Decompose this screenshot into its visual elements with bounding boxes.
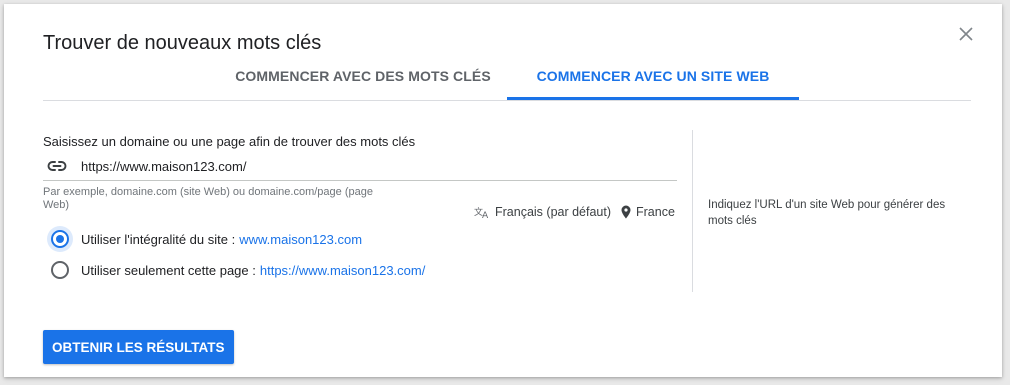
radio-button-unchecked[interactable] [51,261,69,279]
url-hint: Par exemple, domaine.com (site Web) ou d… [43,186,373,211]
tab-website-label: COMMENCER AVEC UN SITE WEB [536,68,770,84]
svg-text:A: A [482,211,489,219]
dialog-title: Trouver de nouveaux mots clés [43,32,322,54]
tab-bar: COMMENCER AVEC DES MOTS CLÉS COMMENCER A… [43,64,971,100]
location-selector[interactable]: France [621,205,675,219]
url-input[interactable] [81,155,671,177]
radio-this-page[interactable]: Utiliser seulement cette page : https://… [51,259,425,281]
side-note: Indiquez l'URL d'un site Web pour génére… [708,199,946,227]
tab-website[interactable]: COMMENCER AVEC UN SITE WEB [507,68,799,100]
url-field [43,154,677,180]
get-results-button[interactable]: OBTENIR LES RÉSULTATS [43,330,234,364]
location-pin-icon [621,205,631,219]
translate-icon: 文 A [474,206,489,219]
language-label: Français (par défaut) [495,205,612,219]
location-label: France [636,205,675,219]
entire-site-link[interactable]: www.maison123.com [239,232,362,247]
tabs-divider [43,100,971,101]
tab-keywords-label: COMMENCER AVEC DES MOTS CLÉS [235,68,491,84]
link-icon [47,159,67,173]
url-prompt: Saisissez un domaine ou une page afin de… [43,134,416,149]
panel-divider [692,130,693,292]
radio-entire-site-label: Utiliser l'intégralité du site : [81,231,236,247]
radio-this-page-label: Utiliser seulement cette page : [81,262,256,278]
radio-button-checked[interactable] [51,230,69,248]
url-underline [43,180,677,181]
this-page-link[interactable]: https://www.maison123.com/ [260,263,425,278]
language-selector[interactable]: 文 A Français (par défaut) [474,205,611,219]
keyword-dialog: Trouver de nouveaux mots clés COMMENCER … [4,4,1002,377]
radio-entire-site[interactable]: Utiliser l'intégralité du site : www.mai… [51,228,362,250]
tab-keywords[interactable]: COMMENCER AVEC DES MOTS CLÉS [223,68,503,100]
close-icon[interactable] [956,24,976,44]
